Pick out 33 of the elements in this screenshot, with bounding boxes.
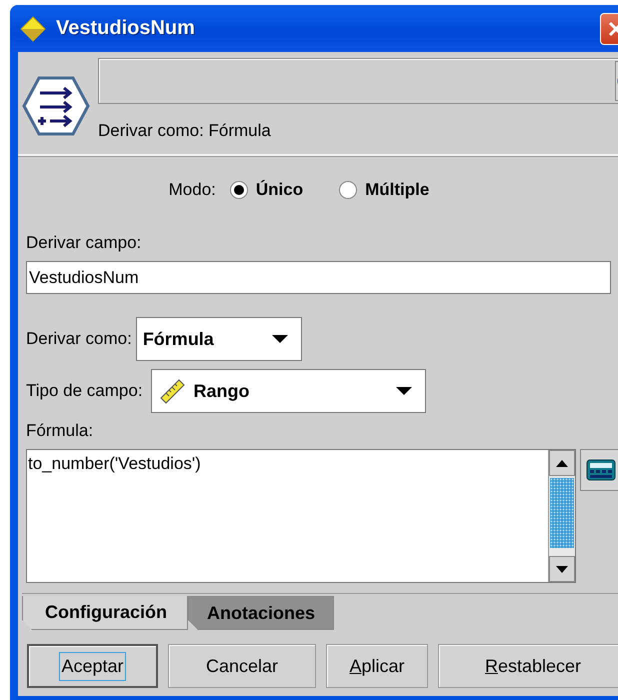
radio-label: Múltiple (365, 180, 430, 200)
ruler-icon (158, 377, 186, 405)
field-label: Tipo de campo: (26, 381, 143, 401)
radio-label: Único (256, 180, 304, 200)
radio-button[interactable] (339, 181, 358, 199)
scroll-up-button[interactable] (549, 450, 575, 476)
calculator-icon (586, 459, 616, 481)
calculator-button[interactable] (580, 449, 618, 491)
caret-icon (394, 386, 413, 396)
derive-node-icon (22, 76, 90, 136)
dialog-button[interactable]: Restablecer (438, 644, 618, 688)
field-label: Fórmula: (26, 421, 94, 441)
derive-caption: Derivar como: Fórmula (98, 121, 272, 141)
dropdown[interactable]: Fórmula (136, 317, 302, 361)
tab[interactable]: Configuración (22, 596, 188, 630)
dialog-button[interactable]: Aceptar (27, 644, 158, 688)
up-arrow-icon (556, 460, 568, 466)
caret-icon (270, 334, 289, 344)
scrollbar-thumb[interactable] (550, 478, 574, 548)
scroll-down-button[interactable] (549, 556, 575, 582)
window-title: VestudiosNum (56, 17, 195, 40)
dialog-button[interactable]: Cancelar (168, 644, 316, 688)
field-label: Derivar campo: (26, 233, 142, 253)
mode-label: Modo: (168, 180, 216, 200)
field-label: Derivar como: (26, 329, 132, 349)
radio-button[interactable] (230, 181, 248, 199)
diamond-icon (20, 16, 46, 42)
dialog-button[interactable]: Aplicar (326, 644, 428, 688)
formula-text-area[interactable]: to_number('Vestudios') (26, 449, 576, 583)
input-field[interactable]: VestudiosNum (26, 261, 611, 294)
down-arrow-icon (556, 566, 568, 572)
tab[interactable]: Anotaciones (188, 596, 334, 630)
dropdown[interactable]: Rango (150, 369, 426, 413)
